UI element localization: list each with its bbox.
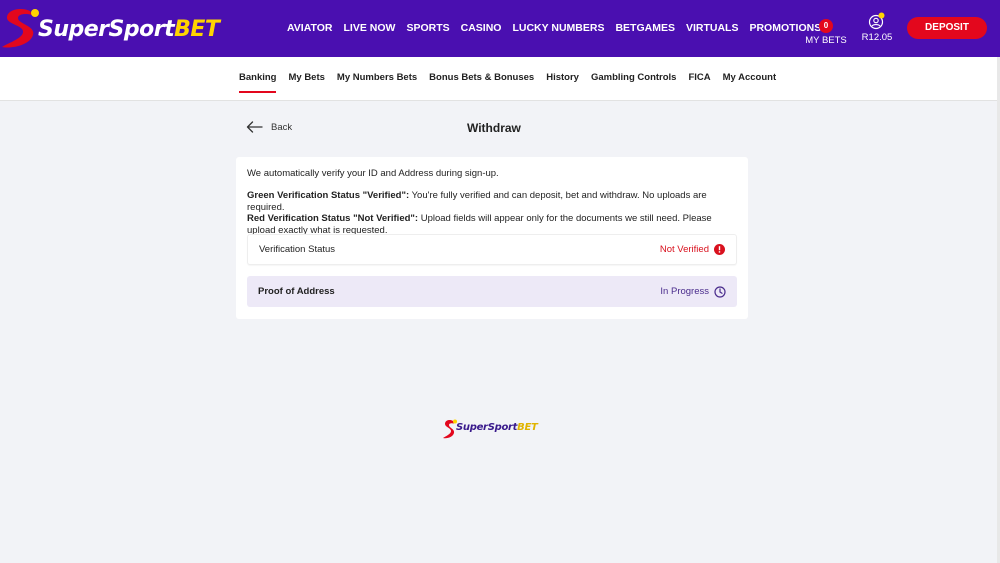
main-nav: AVIATOR LIVE NOW SPORTS CASINO LUCKY NUM…: [287, 22, 821, 34]
tab-bonus-bets[interactable]: Bonus Bets & Bonuses: [429, 72, 534, 93]
tab-history[interactable]: History: [546, 72, 579, 93]
green-status-info: Green Verification Status "Verified": Yo…: [247, 190, 707, 213]
verification-card: We automatically verify your ID and Addr…: [236, 157, 748, 319]
tab-banking[interactable]: Banking: [239, 72, 277, 93]
back-button[interactable]: Back: [246, 121, 292, 133]
alert-circle-icon: [714, 244, 725, 255]
verification-info: Green Verification Status "Verified": Yo…: [247, 190, 737, 236]
tab-my-numbers-bets[interactable]: My Numbers Bets: [337, 72, 417, 93]
deposit-button[interactable]: DEPOSIT: [907, 17, 987, 39]
nav-live-now[interactable]: LIVE NOW: [344, 22, 396, 34]
tab-my-account[interactable]: My Account: [723, 72, 776, 93]
red-status-info: Red Verification Status "Not Verified": …: [247, 213, 712, 236]
clock-icon: [714, 285, 726, 298]
proof-of-address-label: Proof of Address: [258, 286, 335, 297]
balance-amount: R12.05: [861, 32, 893, 43]
my-bets-count-badge: 0: [819, 19, 833, 33]
account-sub-nav: Banking My Bets My Numbers Bets Bonus Be…: [0, 57, 997, 101]
verification-status-row[interactable]: Verification Status Not Verified: [247, 234, 737, 265]
nav-betgames[interactable]: BETGAMES: [615, 22, 675, 34]
verification-status-value: Not Verified: [660, 244, 725, 255]
brand-logo[interactable]: SuperSportBET: [0, 5, 220, 51]
my-bets-label: MY BETS: [805, 35, 847, 46]
proof-of-address-row[interactable]: Proof of Address In Progress: [247, 276, 737, 307]
nav-virtuals[interactable]: VIRTUALS: [686, 22, 739, 34]
back-label: Back: [271, 121, 293, 133]
nav-aviator[interactable]: AVIATOR: [287, 22, 333, 34]
proof-of-address-status: In Progress: [660, 285, 726, 298]
top-bar: SuperSportBET AVIATOR LIVE NOW SPORTS CA…: [0, 0, 1000, 57]
footer-brand-name: SuperSportBET: [456, 422, 538, 433]
tab-fica[interactable]: FICA: [688, 72, 710, 93]
my-bets-button[interactable]: 0 MY BETS: [805, 15, 847, 46]
tab-gambling-controls[interactable]: Gambling Controls: [591, 72, 677, 93]
account-balance-button[interactable]: R12.05: [858, 12, 896, 43]
arrow-left-icon: [246, 121, 263, 133]
tab-my-bets[interactable]: My Bets: [288, 72, 324, 93]
verification-intro: We automatically verify your ID and Addr…: [247, 168, 499, 179]
verification-status-label: Verification Status: [259, 244, 336, 255]
nav-lucky-numbers[interactable]: LUCKY NUMBERS: [512, 22, 604, 34]
nav-sports[interactable]: SPORTS: [406, 22, 449, 34]
user-avatar-icon: [868, 12, 885, 30]
nav-casino[interactable]: CASINO: [461, 22, 502, 34]
page-title: Withdraw: [467, 121, 521, 135]
brand-name: SuperSportBET: [38, 17, 220, 42]
footer-brand-logo: SuperSportBET: [442, 418, 544, 440]
